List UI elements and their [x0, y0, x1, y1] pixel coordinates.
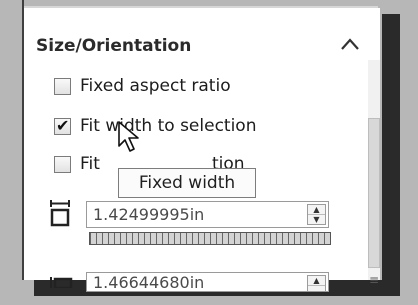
collapse-caret-icon[interactable] [339, 36, 361, 52]
height-spinner[interactable]: ▲ [307, 275, 326, 291]
fit-width-label: Fit width to selection [80, 116, 257, 136]
spinner-up-icon[interactable]: ▲ [308, 276, 325, 286]
checkmark-icon: ✔ [56, 115, 70, 135]
height-icon [50, 277, 73, 288]
option-fit-width[interactable]: ✔ Fit width to selection [54, 114, 256, 138]
header-divider [24, 6, 378, 8]
scrollbar-grip-icon: ≡ [369, 273, 380, 287]
spinner-down-icon[interactable]: ▼ [308, 215, 325, 224]
height-input[interactable]: 1.46644680in ▲ [86, 272, 329, 292]
section-title: Size/Orientation [36, 36, 192, 56]
height-value: 1.46644680in [93, 273, 205, 292]
scrollbar[interactable] [368, 60, 380, 280]
width-input[interactable]: 1.42499995in ▲ ▼ [86, 201, 329, 228]
fixed-aspect-ratio-checkbox[interactable] [54, 77, 71, 95]
fit-height-label-prefix: Fit [80, 154, 100, 174]
spinner-up-icon[interactable]: ▲ [308, 205, 325, 215]
tooltip: Fixed width [118, 168, 256, 198]
fit-width-checkbox[interactable]: ✔ [54, 115, 71, 135]
scrollbar-thumb[interactable] [368, 118, 380, 268]
width-icon [50, 200, 70, 227]
width-value: 1.42499995in [93, 205, 205, 224]
width-thumbwheel[interactable] [89, 232, 331, 245]
width-spinner[interactable]: ▲ ▼ [307, 204, 326, 225]
fit-height-checkbox[interactable] [54, 155, 71, 173]
fixed-aspect-ratio-label: Fixed aspect ratio [80, 76, 231, 96]
panel-shadow-right [382, 14, 400, 290]
panel-border [22, 0, 24, 280]
mouse-cursor-icon [118, 121, 139, 152]
option-fixed-aspect-ratio[interactable]: Fixed aspect ratio [54, 74, 231, 98]
